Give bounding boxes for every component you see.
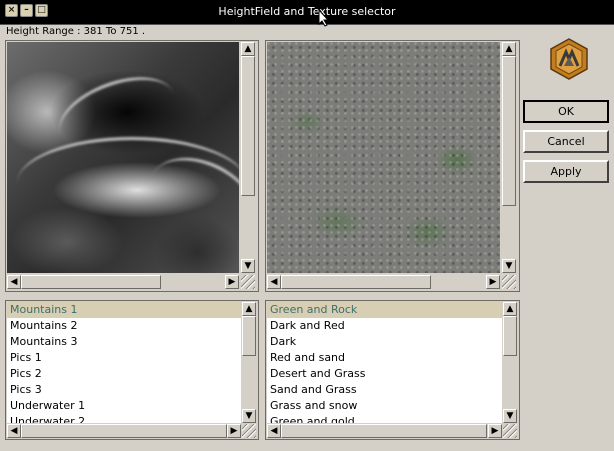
texture-horizontal-scrollbar[interactable]: ◀ ▶	[267, 275, 500, 289]
texture-vertical-scrollbar[interactable]: ▲ ▼	[502, 42, 516, 273]
title-bar[interactable]: × – □ HeightField and Texture selector	[0, 0, 614, 27]
list-item[interactable]: Underwater 1	[7, 398, 241, 414]
list-item[interactable]: Underwater 2	[7, 414, 241, 423]
texture-preview-panel: ▲ ▼ ◀ ▶	[265, 40, 520, 292]
scroll-right-icon[interactable]: ▶	[225, 275, 239, 289]
apply-button[interactable]: Apply	[523, 160, 609, 183]
list-item[interactable]: Pics 3	[7, 382, 241, 398]
mouse-cursor-icon	[318, 9, 330, 27]
list-item[interactable]: Mountains 2	[7, 318, 241, 334]
scroll-thumb[interactable]	[502, 56, 516, 206]
texture-list-panel: Green and Rock Dark and Red Dark Red and…	[265, 300, 520, 440]
scroll-left-icon[interactable]: ◀	[7, 275, 21, 289]
scroll-up-icon[interactable]: ▲	[502, 42, 516, 56]
scroll-thumb[interactable]	[242, 316, 256, 356]
scroll-up-icon[interactable]: ▲	[503, 302, 517, 316]
height-range-label: Height Range : 381 To 751 .	[6, 26, 146, 37]
heightfield-list-vertical-scrollbar[interactable]: ▲ ▼	[242, 302, 256, 423]
hexagon-logo-icon	[550, 38, 588, 80]
scroll-thumb[interactable]	[281, 424, 487, 438]
scroll-thumb[interactable]	[281, 275, 431, 289]
list-item[interactable]: Pics 1	[7, 350, 241, 366]
heightfield-vertical-scrollbar[interactable]: ▲ ▼	[241, 42, 255, 273]
list-item[interactable]: Pics 2	[7, 366, 241, 382]
scroll-thumb[interactable]	[21, 275, 161, 289]
ok-button[interactable]: OK	[523, 100, 609, 123]
list-item[interactable]: Desert and Grass	[267, 366, 502, 382]
scroll-down-icon[interactable]: ▼	[502, 259, 516, 273]
resize-grip-icon[interactable]	[502, 275, 516, 289]
scroll-up-icon[interactable]: ▲	[242, 302, 256, 316]
list-item[interactable]: Grass and snow	[267, 398, 502, 414]
texture-image	[267, 42, 500, 273]
window-title: HeightField and Texture selector	[218, 5, 396, 18]
resize-grip-icon[interactable]	[241, 275, 255, 289]
list-item[interactable]: Dark and Red	[267, 318, 502, 334]
list-item[interactable]: Sand and Grass	[267, 382, 502, 398]
list-item[interactable]: Mountains 3	[7, 334, 241, 350]
scroll-thumb[interactable]	[21, 424, 227, 438]
list-item[interactable]: Dark	[267, 334, 502, 350]
scroll-right-icon[interactable]: ▶	[488, 424, 502, 438]
scroll-right-icon[interactable]: ▶	[227, 424, 241, 438]
heightfield-horizontal-scrollbar[interactable]: ◀ ▶	[7, 275, 239, 289]
heightfield-list-panel: Mountains 1 Mountains 2 Mountains 3 Pics…	[5, 300, 259, 440]
list-item[interactable]: Green and gold	[267, 414, 502, 423]
list-item[interactable]: Mountains 1	[7, 302, 241, 318]
scroll-down-icon[interactable]: ▼	[503, 409, 517, 423]
texture-list-vertical-scrollbar[interactable]: ▲ ▼	[503, 302, 517, 423]
heightfield-preview-panel: ▲ ▼ ◀ ▶	[5, 40, 259, 292]
resize-grip-icon[interactable]	[503, 424, 517, 438]
resize-grip-icon[interactable]	[242, 424, 256, 438]
scroll-left-icon[interactable]: ◀	[7, 424, 21, 438]
scroll-left-icon[interactable]: ◀	[267, 424, 281, 438]
list-item[interactable]: Red and sand	[267, 350, 502, 366]
scroll-left-icon[interactable]: ◀	[267, 275, 281, 289]
scroll-thumb[interactable]	[503, 316, 517, 356]
heightfield-list-horizontal-scrollbar[interactable]: ◀ ▶	[7, 424, 241, 438]
cancel-button[interactable]: Cancel	[523, 130, 609, 153]
scroll-right-icon[interactable]: ▶	[486, 275, 500, 289]
texture-list[interactable]: Green and Rock Dark and Red Dark Red and…	[267, 302, 502, 423]
scroll-down-icon[interactable]: ▼	[242, 409, 256, 423]
scroll-thumb[interactable]	[241, 56, 255, 196]
heightfield-list[interactable]: Mountains 1 Mountains 2 Mountains 3 Pics…	[7, 302, 241, 423]
scroll-down-icon[interactable]: ▼	[241, 259, 255, 273]
list-item[interactable]: Green and Rock	[267, 302, 502, 318]
texture-list-horizontal-scrollbar[interactable]: ◀ ▶	[267, 424, 502, 438]
heightfield-image	[7, 42, 239, 273]
scroll-up-icon[interactable]: ▲	[241, 42, 255, 56]
